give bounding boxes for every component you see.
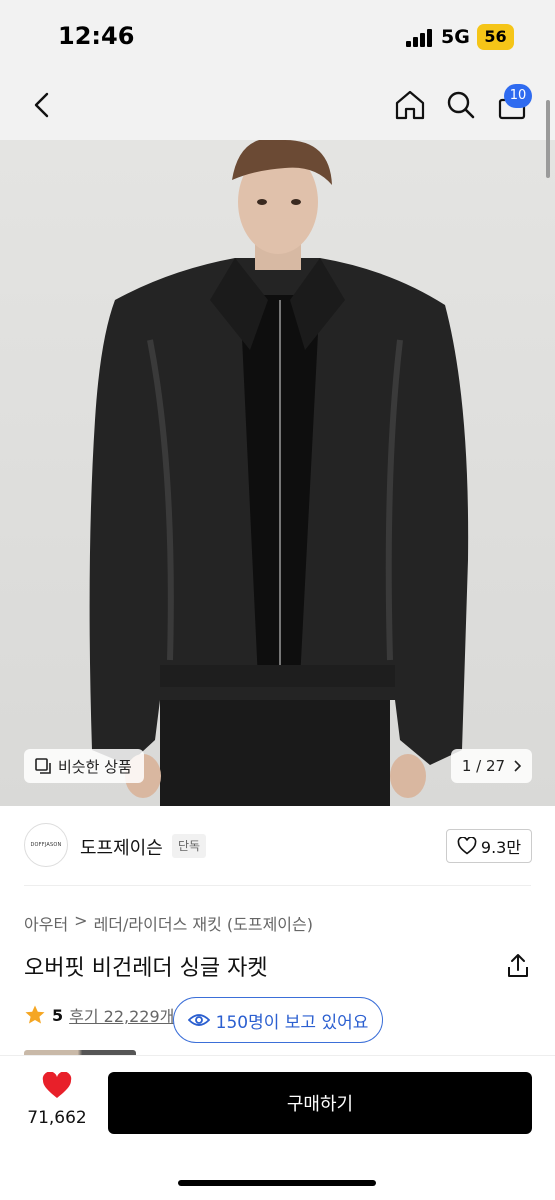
network-label: 5G [441,26,470,48]
similar-products-label: 비슷한 상품 [58,757,132,776]
search-icon[interactable] [443,70,479,140]
back-icon[interactable] [22,70,62,140]
status-time: 12:46 [58,22,135,50]
cart-count-badge: 10 [504,84,532,108]
breadcrumb-subcategory[interactable]: 레더/라이더스 재킷 (도프제이슨) [94,911,313,935]
brand-logo-text: DOFFJASON [30,842,62,848]
brand-logo[interactable]: DOFFJASON [24,823,68,867]
share-icon[interactable] [504,952,532,980]
heart-filled-icon [42,1071,72,1098]
review-count-link[interactable]: 후기 22,229개 [69,1003,174,1027]
scrollbar[interactable] [546,100,550,178]
image-counter-text: 1 / 27 [461,757,506,775]
exclusive-badge: 단독 [172,834,207,858]
viewing-now-pill: 150명이 보고 있어요 [173,997,383,1043]
viewing-now-label: 150명이 보고 있어요 [215,1012,369,1033]
battery-indicator: 56 [477,24,514,50]
star-icon [25,1005,45,1024]
breadcrumb: 아우터 > 레더/라이더스 재킷 (도프제이슨) [24,911,313,935]
similar-products-button[interactable]: 비슷한 상품 [24,749,144,783]
wishlist-button[interactable] [24,1071,90,1104]
similar-icon [35,758,51,774]
breadcrumb-separator: > [74,911,88,930]
breadcrumb-category[interactable]: 아우터 [24,911,68,935]
chevron-right-icon [514,760,522,772]
home-icon[interactable] [392,70,428,140]
product-image[interactable] [0,140,555,806]
eye-icon [187,1014,210,1026]
home-indicator [178,1180,376,1186]
brand-like-button[interactable]: 9.3만 [446,829,532,863]
rating-score: 5 [52,1005,64,1025]
heart-outline-icon [457,837,477,855]
rating-row: 5 후기 22,229개 [24,1003,174,1027]
status-bar: 12:46 5G 56 [0,0,555,70]
buy-button[interactable]: 구매하기 [108,1072,532,1134]
signal-icon [406,29,434,47]
wishlist-count: 71,662 [27,1108,87,1128]
brand-name[interactable]: 도프제이슨 [80,834,163,860]
brand-like-count: 9.3만 [480,838,522,857]
image-counter[interactable]: 1 / 27 [451,749,532,783]
product-title: 오버핏 비건레더 싱글 자켓 [24,956,268,981]
divider [24,885,531,886]
